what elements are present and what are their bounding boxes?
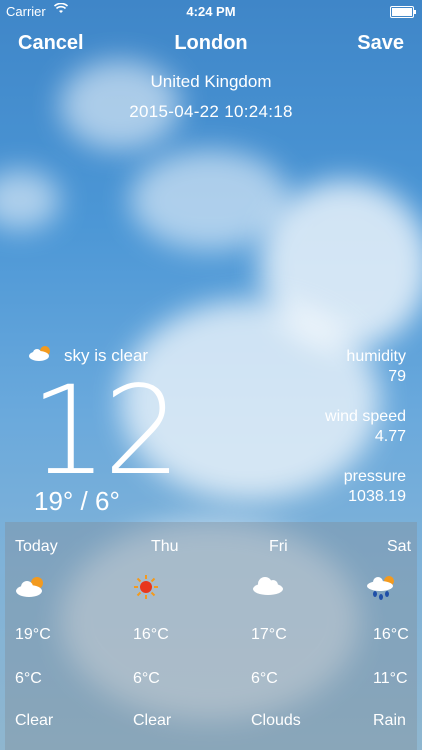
forecast-day-today: Today 19°C 6°C Clear xyxy=(15,522,105,750)
stat-label: humidity xyxy=(346,348,406,365)
forecast-desc: Clear xyxy=(133,712,172,729)
forecast-high: 17°C xyxy=(251,626,287,643)
forecast-day-thu: Thu 16°C 6°C Clear xyxy=(133,522,223,750)
stat-label: wind speed xyxy=(325,408,406,425)
stat-value: 4.77 xyxy=(374,428,406,445)
forecast-day: Sat xyxy=(387,538,412,555)
forecast-high: 16°C xyxy=(133,626,169,643)
forecast-day: Fri xyxy=(269,538,288,555)
country-label: United Kingdom xyxy=(150,72,272,91)
forecast-day-fri: Fri 17°C 6°C Clouds xyxy=(251,522,341,750)
forecast-desc: Clear xyxy=(15,712,54,729)
stat-value: 79 xyxy=(388,368,406,385)
battery-icon xyxy=(390,6,416,18)
temperature-range: 19° / 6° xyxy=(34,486,120,516)
stat-pressure: pressure 1038.19 xyxy=(325,468,406,506)
stat-label: pressure xyxy=(343,468,406,485)
datetime-label: 2015-04-22 10:24:18 xyxy=(129,102,293,121)
stat-value: 1038.19 xyxy=(348,488,406,505)
forecast-high: 19°C xyxy=(15,626,51,643)
forecast-low: 6°C xyxy=(15,670,42,687)
forecast-day: Today xyxy=(15,538,58,555)
forecast-low: 6°C xyxy=(251,670,278,687)
navigation-bar: Cancel London Save xyxy=(0,32,422,56)
forecast-high: 16°C xyxy=(373,626,409,643)
forecast-day-sat: Sat 16°C 11°C Rain xyxy=(365,522,417,750)
status-bar: Carrier 4:24 PM xyxy=(0,0,422,22)
status-time: 4:24 PM xyxy=(186,4,236,19)
stat-humidity: humidity 79 xyxy=(325,348,406,386)
background-cloud xyxy=(0,170,60,230)
forecast-low: 11°C xyxy=(373,670,408,687)
partly-cloudy-icon xyxy=(15,574,49,600)
forecast-low: 6°C xyxy=(133,670,160,687)
rain-icon xyxy=(365,574,399,600)
sun-icon xyxy=(133,574,167,600)
save-button[interactable]: Save xyxy=(357,32,404,55)
cloud-icon xyxy=(251,574,285,600)
forecast-desc: Clouds xyxy=(251,712,301,729)
stat-wind-speed: wind speed 4.77 xyxy=(325,408,406,446)
forecast-panel: Today 19°C 6°C Clear Thu 16°C 6°C Clear … xyxy=(5,522,417,750)
current-temperature: 12 xyxy=(30,360,181,502)
weather-stats: humidity 79 wind speed 4.77 pressure 103… xyxy=(325,348,406,528)
forecast-desc: Rain xyxy=(373,712,406,729)
forecast-day: Thu xyxy=(151,538,179,555)
